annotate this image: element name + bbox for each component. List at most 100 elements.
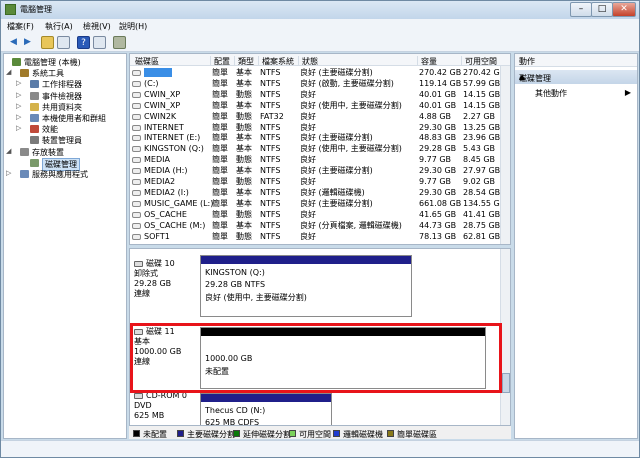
expand-arrow-icon[interactable]: ▷ xyxy=(16,91,21,99)
tree-item-8[interactable]: 裝置管理員 xyxy=(4,135,126,146)
cell-name: (C:) xyxy=(144,78,159,88)
cell-layout: 簡單 xyxy=(212,133,228,143)
expand-arrow-icon[interactable]: ▷ xyxy=(16,124,21,132)
minimize-button[interactable]: – xyxy=(570,2,592,17)
tree-item-11[interactable]: ▷ 服務與應用程式 xyxy=(4,169,126,180)
menu-action[interactable]: 執行(A) xyxy=(45,21,73,32)
partition-color-bar xyxy=(201,256,411,264)
scheduler-icon xyxy=(30,80,39,89)
settings-icon[interactable] xyxy=(113,36,126,49)
tree-item-4[interactable]: ▷ 事件檢視器 xyxy=(4,91,126,102)
column-volume[interactable]: 磁碟區 xyxy=(132,56,208,66)
cell-fs: NTFS xyxy=(260,198,281,208)
cell-type: 基本 xyxy=(236,198,252,208)
cell-layout: 簡單 xyxy=(212,155,228,165)
volume-icon xyxy=(132,157,141,164)
table-row[interactable]: INTERNET (E:) 簡單 基本 NTFS 良好 (主要磁碟分割) 48.83 GB… xyxy=(130,133,500,143)
tree-item-10[interactable]: 磁碟管理 xyxy=(4,157,126,171)
scrollbar-thumb[interactable] xyxy=(502,373,510,393)
table-row[interactable]: OS_CACHE 簡單 動態 NTFS 良好 41.65 GB 41.41 GB xyxy=(130,210,500,220)
properties-icon[interactable] xyxy=(93,36,106,49)
cell-layout: 簡單 xyxy=(212,111,228,121)
disk-label-3[interactable]: CD-ROM 0 DVD 625 MB xyxy=(134,391,194,421)
cell-cap: 41.65 GB xyxy=(419,209,457,219)
cell-fs: NTFS xyxy=(260,100,281,110)
partition-part-l2: 良好 (使用中, 主要磁碟分割) xyxy=(205,293,307,302)
table-row[interactable]: (C:) 簡單 基本 NTFS 良好 (啟動, 主要磁碟分割) 119.14 GB 57.9… xyxy=(130,79,500,89)
collapse-up-icon[interactable]: ▲ xyxy=(519,72,633,81)
table-row[interactable]: OS_CACHE (M:) 簡單 基本 NTFS 良好 (分頁檔案, 邏輯磁碟機) 44.… xyxy=(130,221,500,231)
cell-layout: 簡單 xyxy=(212,231,228,241)
column-filesystem[interactable]: 檔案系統 xyxy=(258,56,298,66)
shared-folder-icon xyxy=(30,102,39,111)
expand-arrow-icon[interactable]: ▷ xyxy=(16,113,21,121)
computer-icon xyxy=(12,58,21,66)
table-row[interactable]: MEDIA 簡單 動態 NTFS 良好 9.77 GB 8.45 GB xyxy=(130,155,500,165)
cell-fs: NTFS xyxy=(260,187,281,197)
more-actions-link[interactable]: 其他動作 xyxy=(535,88,567,99)
menu-file[interactable]: 檔案(F) xyxy=(7,21,34,32)
up-folder-icon[interactable] xyxy=(41,36,54,49)
partition-box-1[interactable]: KINGSTON (Q:) 29.28 GB NTFS 良好 (使用中, 主要磁碟分… xyxy=(200,255,412,317)
tree-item-2[interactable]: ◢ 系統工具 xyxy=(4,68,126,79)
maximize-button[interactable]: □ xyxy=(591,2,613,17)
disk-info-l1: DVD xyxy=(134,401,152,410)
tree-item-9[interactable]: ◢ 存放裝置 xyxy=(4,147,126,158)
cell-name: CWIN_XP xyxy=(144,100,181,110)
tree-item-3[interactable]: ▷ 工作排程器 xyxy=(4,79,126,90)
expand-arrow-icon[interactable]: ▷ xyxy=(6,169,11,177)
tree-item-5[interactable]: ▷ 共用資料夾 xyxy=(4,102,126,113)
cell-status: 良好 xyxy=(300,209,316,219)
tree-item-label: 服務與應用程式 xyxy=(32,170,88,179)
table-row[interactable]: CWIN2K 簡單 動態 FAT32 良好 4.88 GB 2.27 GB xyxy=(130,112,500,122)
cell-type: 動態 xyxy=(236,122,252,132)
menu-help[interactable]: 說明(H) xyxy=(119,21,147,32)
event-viewer-icon xyxy=(30,91,39,100)
column-layout[interactable]: 配置 xyxy=(210,56,236,66)
table-row[interactable]: MEDIA2 簡單 動態 NTFS 良好 9.77 GB 9.02 GB xyxy=(130,177,500,187)
table-row[interactable]: KINGSTON (Q:) 簡單 基本 NTFS 良好 (使用中, 主要磁碟分割) 29.… xyxy=(130,144,500,154)
menu-view[interactable]: 檢視(V) xyxy=(83,21,111,32)
partition-color-bar xyxy=(201,394,331,402)
more-actions-arrow-icon[interactable]: ▶ xyxy=(625,88,631,97)
table-row[interactable]: INTERNET 簡單 動態 NTFS 良好 29.30 GB 13.25 GB xyxy=(130,123,500,133)
show-tree-icon[interactable] xyxy=(57,36,70,49)
disk-label-1[interactable]: 磁碟 10 卸除式 29.28 GB 連線 xyxy=(134,259,194,299)
partition-part-title: KINGSTON (Q:) xyxy=(205,268,265,277)
legend-label: 延伸磁碟分割 xyxy=(243,430,291,439)
column-status[interactable]: 狀態 xyxy=(298,56,418,66)
table-row[interactable]: 簡單 基本 NTFS 良好 (主要磁碟分割) 270.42 GB 270.42 GB xyxy=(130,68,505,78)
column-capacity[interactable]: 容量 xyxy=(417,56,461,66)
expand-arrow-icon[interactable]: ▷ xyxy=(16,102,21,110)
cell-cap: 48.83 GB xyxy=(419,133,457,143)
expand-arrow-icon[interactable]: ▷ xyxy=(16,79,21,87)
table-row[interactable]: MEDIA2 (I:) 簡單 基本 NTFS 良好 (邏輯磁碟機) 29.30 GB 28.… xyxy=(130,188,500,198)
table-row[interactable]: MEDIA (H:) 簡單 基本 NTFS 良好 (主要磁碟分割) 29.30 GB 27.… xyxy=(130,166,500,176)
cell-status: 良好 (使用中, 主要磁碟分割) xyxy=(300,100,402,110)
table-row[interactable]: CWIN_XP 簡單 基本 NTFS 良好 (使用中, 主要磁碟分割) 40.01 GB 1… xyxy=(130,101,500,111)
tree-item-1[interactable]: 電腦管理 (本機) xyxy=(4,57,126,68)
cell-fs: NTFS xyxy=(260,78,281,88)
cell-layout: 簡單 xyxy=(212,68,228,77)
column-free-space[interactable]: 可用空間 xyxy=(461,56,507,66)
cell-free: 62.81 GB xyxy=(463,231,501,241)
expand-arrow-icon[interactable]: ◢ xyxy=(6,68,11,76)
tree-item-7[interactable]: ▷ 效能 xyxy=(4,124,126,135)
cell-free: 270.42 GB xyxy=(463,68,506,77)
help-icon[interactable]: ? xyxy=(77,36,90,49)
cell-type: 基本 xyxy=(236,144,252,154)
back-arrow-icon[interactable]: ◀ xyxy=(7,36,20,49)
cell-status: 良好 (主要磁碟分割) xyxy=(300,166,373,176)
table-row[interactable]: CWIN_XP 簡單 動態 NTFS 良好 40.01 GB 14.15 GB xyxy=(130,90,500,100)
volume-icon xyxy=(132,124,141,131)
table-row[interactable]: SOFT1 簡單 動態 NTFS 良好 78.13 GB 62.81 GB xyxy=(130,232,500,242)
close-button[interactable]: ✕ xyxy=(612,2,636,17)
expand-arrow-icon[interactable]: ◢ xyxy=(6,147,11,155)
actions-section-disk-management[interactable]: 磁碟管理 ▲ xyxy=(515,70,637,84)
volume-list-scrollbar[interactable] xyxy=(500,66,510,244)
volume-icon xyxy=(132,211,141,218)
column-type[interactable]: 類型 xyxy=(234,56,260,66)
forward-arrow-icon[interactable]: ▶ xyxy=(21,36,34,49)
tree-item-6[interactable]: ▷ 本機使用者和群組 xyxy=(4,113,126,124)
table-row[interactable]: MUSIC_GAME (L:) 簡單 基本 NTFS 良好 (主要磁碟分割) 661.08… xyxy=(130,198,505,209)
